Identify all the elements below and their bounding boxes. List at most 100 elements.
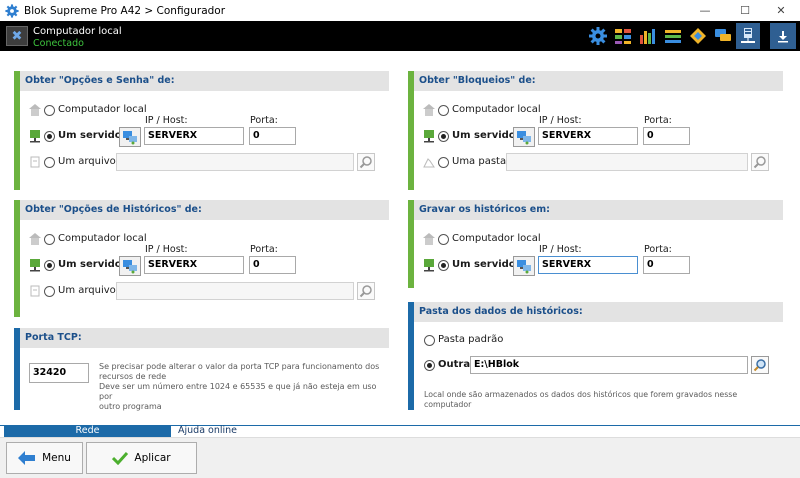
hint-line: Deve ser um número entre 1024 e 65535 e … bbox=[99, 382, 377, 401]
file-label: Um arquivo: bbox=[58, 156, 120, 167]
toolbar-grid-button[interactable] bbox=[611, 23, 635, 49]
radio-server[interactable] bbox=[44, 131, 55, 142]
file-path-input[interactable] bbox=[116, 282, 354, 300]
search-icon bbox=[753, 359, 766, 372]
browse-file-button[interactable] bbox=[357, 153, 375, 171]
host-input[interactable]: SERVERX bbox=[538, 127, 638, 145]
gear-icon bbox=[589, 27, 607, 45]
radio-file[interactable] bbox=[44, 157, 55, 168]
arrow-left-icon bbox=[18, 451, 36, 465]
radio-local[interactable] bbox=[438, 234, 449, 245]
local-label: Computador local bbox=[58, 104, 147, 115]
ip-host-label: IP / Host: bbox=[145, 115, 188, 126]
radio-server[interactable] bbox=[438, 131, 449, 142]
apply-button-label: Aplicar bbox=[134, 452, 171, 464]
house-icon bbox=[423, 104, 435, 116]
browse-network-button[interactable] bbox=[513, 256, 535, 276]
port-input[interactable]: 0 bbox=[249, 127, 296, 145]
hint-line: Se precisar pode alterar o valor da port… bbox=[99, 362, 380, 371]
folder-path-input[interactable] bbox=[506, 153, 748, 171]
gear-icon bbox=[5, 3, 19, 18]
panel-opcoes-senha: Obter "Opções e Senha" de: Computador lo… bbox=[14, 71, 389, 190]
browse-network-button[interactable] bbox=[513, 127, 535, 147]
browse-network-button[interactable] bbox=[119, 256, 141, 276]
toolbar bbox=[586, 23, 761, 49]
tcp-port-hint: Se precisar pode alterar o valor da port… bbox=[99, 362, 387, 412]
radio-file[interactable] bbox=[44, 286, 55, 297]
bar-chart-icon bbox=[640, 29, 655, 44]
panel-title: Pasta dos dados de históricos: bbox=[414, 302, 783, 322]
file-path-input[interactable] bbox=[116, 153, 354, 171]
toolbar-network-button[interactable] bbox=[736, 23, 760, 49]
browse-network-button[interactable] bbox=[119, 127, 141, 147]
toolbar-list-button[interactable] bbox=[661, 23, 685, 49]
house-icon bbox=[29, 233, 41, 245]
tcp-port-input[interactable]: 32420 bbox=[29, 363, 89, 383]
checkmark-icon bbox=[112, 451, 129, 465]
close-button[interactable]: ✕ bbox=[764, 0, 798, 21]
other-folder-input[interactable]: E:\HBlok bbox=[470, 356, 748, 374]
menu-button-label: Menu bbox=[42, 452, 71, 464]
network-computer-icon bbox=[517, 131, 531, 145]
panel-opcoes-historicos: Obter "Opções de Históricos" de: Computa… bbox=[14, 200, 389, 317]
network-computer-icon bbox=[517, 260, 531, 274]
local-label: Computador local bbox=[452, 233, 541, 244]
house-icon bbox=[29, 104, 41, 116]
port-input[interactable]: 0 bbox=[643, 127, 690, 145]
port-input[interactable]: 0 bbox=[249, 256, 296, 274]
server-icon bbox=[424, 130, 434, 143]
panel-title: Obter "Bloqueios" de: bbox=[414, 71, 783, 91]
radio-local[interactable] bbox=[438, 105, 449, 116]
server-icon bbox=[30, 259, 40, 272]
tab-rede[interactable]: Rede bbox=[4, 425, 171, 437]
radio-local[interactable] bbox=[44, 105, 55, 116]
local-label: Computador local bbox=[58, 233, 147, 244]
radio-local[interactable] bbox=[44, 234, 55, 245]
panel-title: Obter "Opções de Históricos" de: bbox=[20, 200, 389, 220]
port-label: Porta: bbox=[250, 115, 278, 126]
search-icon bbox=[359, 156, 372, 169]
toolbar-diamond-button[interactable] bbox=[686, 23, 710, 49]
search-icon bbox=[359, 285, 372, 298]
radio-server[interactable] bbox=[438, 260, 449, 271]
browse-file-button[interactable] bbox=[357, 282, 375, 300]
panel-gravar-historicos: Gravar os históricos em: Computador loca… bbox=[408, 200, 783, 288]
panel-title: Gravar os históricos em: bbox=[414, 200, 783, 220]
hint-line: outro programa bbox=[99, 402, 162, 411]
radio-default-folder[interactable] bbox=[424, 335, 435, 346]
toolbar-chat-button[interactable] bbox=[711, 23, 735, 49]
port-label: Porta: bbox=[644, 244, 672, 255]
server-icon bbox=[424, 259, 434, 272]
apply-button[interactable]: Aplicar bbox=[86, 442, 197, 474]
port-input[interactable]: 0 bbox=[643, 256, 690, 274]
download-icon bbox=[778, 31, 788, 43]
minimize-button[interactable]: — bbox=[688, 0, 722, 21]
host-input[interactable]: SERVERX bbox=[144, 256, 244, 274]
radio-server[interactable] bbox=[44, 260, 55, 271]
server-icon bbox=[30, 130, 40, 143]
other-folder-label: Outra: bbox=[438, 359, 475, 370]
host-input[interactable]: SERVERX bbox=[144, 127, 244, 145]
tab-ajuda-online[interactable]: Ajuda online bbox=[178, 425, 237, 437]
grid-icon bbox=[615, 29, 631, 44]
disconnect-button[interactable]: ✖ bbox=[6, 26, 28, 46]
connection-name: Computador local bbox=[33, 26, 122, 37]
radio-folder[interactable] bbox=[438, 157, 449, 168]
network-computer-icon bbox=[123, 131, 137, 145]
browse-data-folder-button[interactable] bbox=[751, 356, 769, 374]
host-input[interactable]: SERVERX bbox=[538, 256, 638, 274]
port-label: Porta: bbox=[644, 115, 672, 126]
header-bar: ✖ Computador local Conectado bbox=[0, 21, 800, 51]
panel-pasta-dados: Pasta dos dados de históricos: Pasta pad… bbox=[408, 302, 783, 410]
download-button[interactable] bbox=[770, 23, 796, 49]
radio-other-folder[interactable] bbox=[424, 360, 435, 371]
menu-button[interactable]: Menu bbox=[6, 442, 83, 474]
title-bar: Blok Supreme Pro A42 > Configurador — ☐ … bbox=[0, 0, 800, 21]
connection-status: Conectado bbox=[33, 38, 84, 49]
toolbar-settings-button[interactable] bbox=[586, 23, 610, 49]
diamond-icon bbox=[690, 28, 706, 44]
toolbar-chart-button[interactable] bbox=[636, 23, 660, 49]
maximize-button[interactable]: ☐ bbox=[728, 0, 762, 21]
panel-title: Porta TCP: bbox=[20, 328, 389, 348]
browse-folder-button[interactable] bbox=[751, 153, 769, 171]
